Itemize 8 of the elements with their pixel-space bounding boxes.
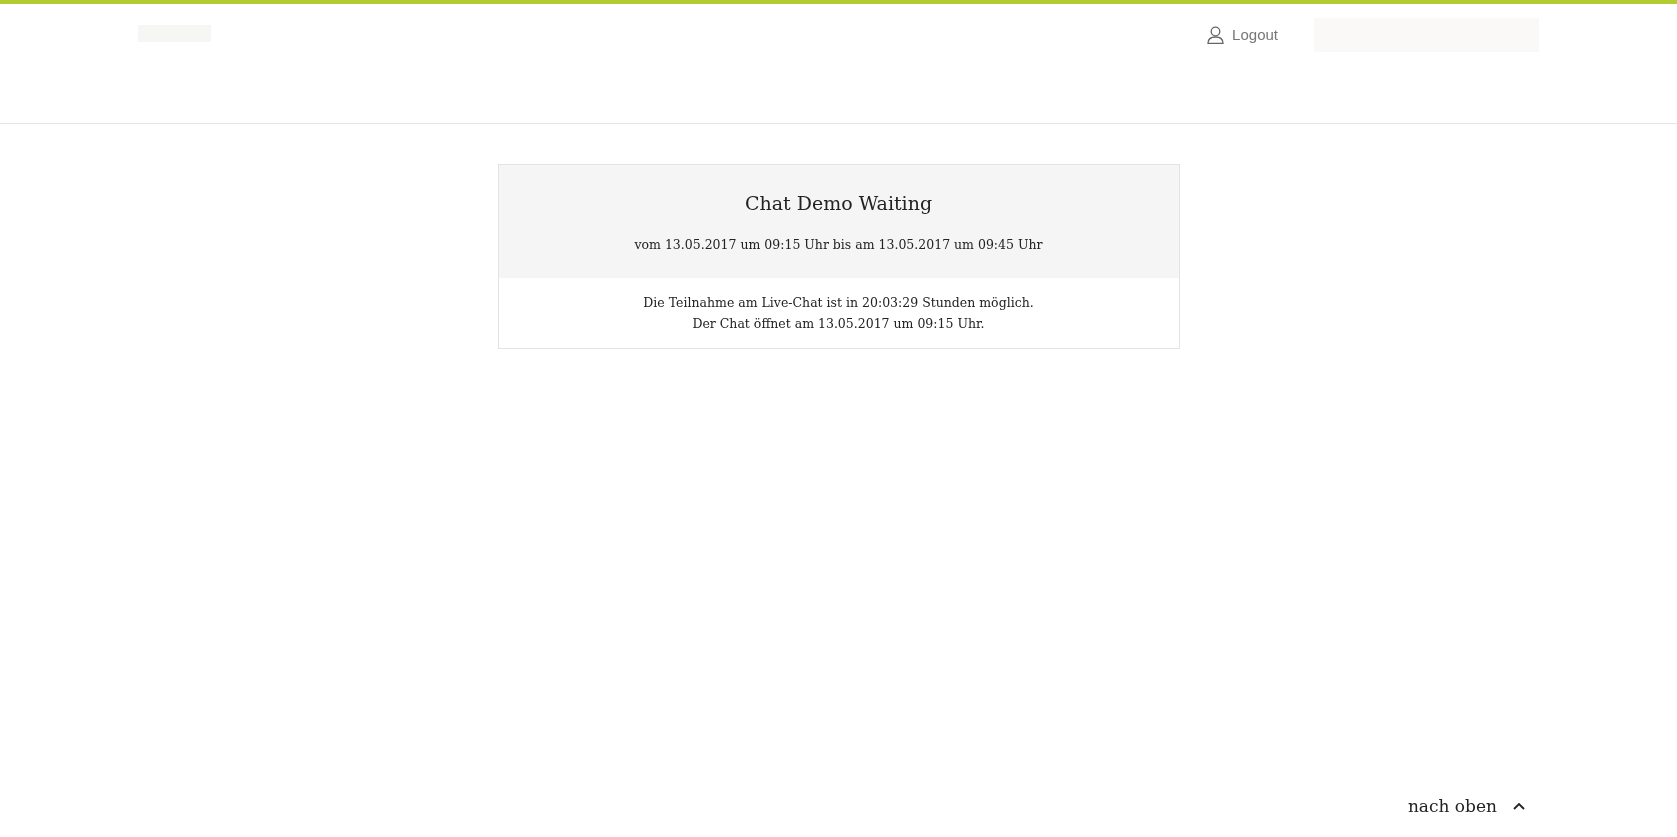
logout-link[interactable]: Logout [1207,23,1278,47]
chevron-up-icon [1513,802,1525,811]
back-to-top-link[interactable]: nach oben [1407,793,1525,819]
status-message: Der Chat öffnet am 13.05.2017 um 09:15 Uhr. [692,315,985,334]
event-title: Chat Demo Waiting [744,191,933,216]
user-icon [1207,26,1225,44]
event-period: vom 13.05.2017 um 09:15 Uhr bis am 13.05.2017 um 09:45 Uhr [634,235,1043,254]
status-message: Die Teilnahme am Live-Chat ist in 20:03:29 Stunden möglich. [643,294,1034,313]
